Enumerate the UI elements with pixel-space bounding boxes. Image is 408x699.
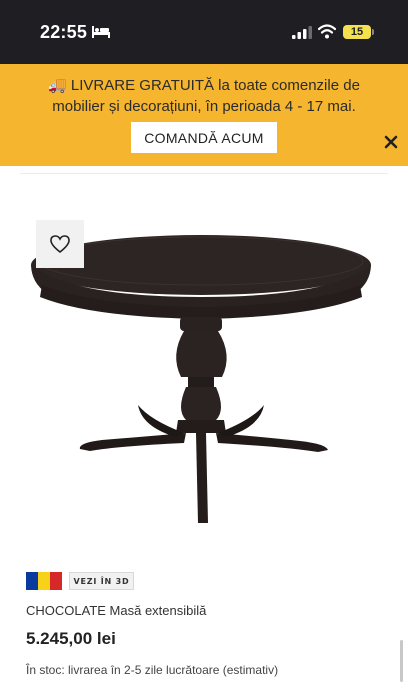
- divider: [20, 173, 388, 174]
- product-price: 5.245,00 lei: [26, 629, 116, 648]
- status-bar: 22:55 15: [0, 0, 408, 64]
- promo-text: LIVRARE GRATUITĂ la toate comenzile de m…: [52, 77, 360, 115]
- flag-blue: [26, 572, 38, 590]
- close-icon[interactable]: [383, 134, 399, 150]
- battery-nub: [372, 29, 374, 35]
- battery-icon: 15: [343, 25, 371, 39]
- stock-status: În stoc: livrarea în 2-5 zile lucrătoare…: [26, 663, 279, 677]
- order-now-button[interactable]: COMANDĂ ACUM: [131, 122, 277, 153]
- wishlist-button[interactable]: [36, 220, 84, 268]
- product-name[interactable]: CHOCOLATE Masă extensibilă: [26, 603, 206, 618]
- promo-message: 🚚 LIVRARE GRATUITĂ la toate comenzile de…: [40, 75, 368, 117]
- status-time: 22:55: [40, 22, 88, 42]
- bed-icon: [92, 26, 110, 38]
- wifi-icon: [318, 24, 336, 39]
- signal-icon: [292, 26, 312, 39]
- view-3d-button[interactable]: VEZI ÎN 3D: [69, 572, 134, 590]
- truck-icon: 🚚: [48, 77, 67, 94]
- flag-red: [50, 572, 62, 590]
- flag-icon: [26, 572, 62, 590]
- scrollbar[interactable]: [400, 640, 403, 682]
- flag-yellow: [38, 572, 50, 590]
- heart-icon: [50, 235, 70, 254]
